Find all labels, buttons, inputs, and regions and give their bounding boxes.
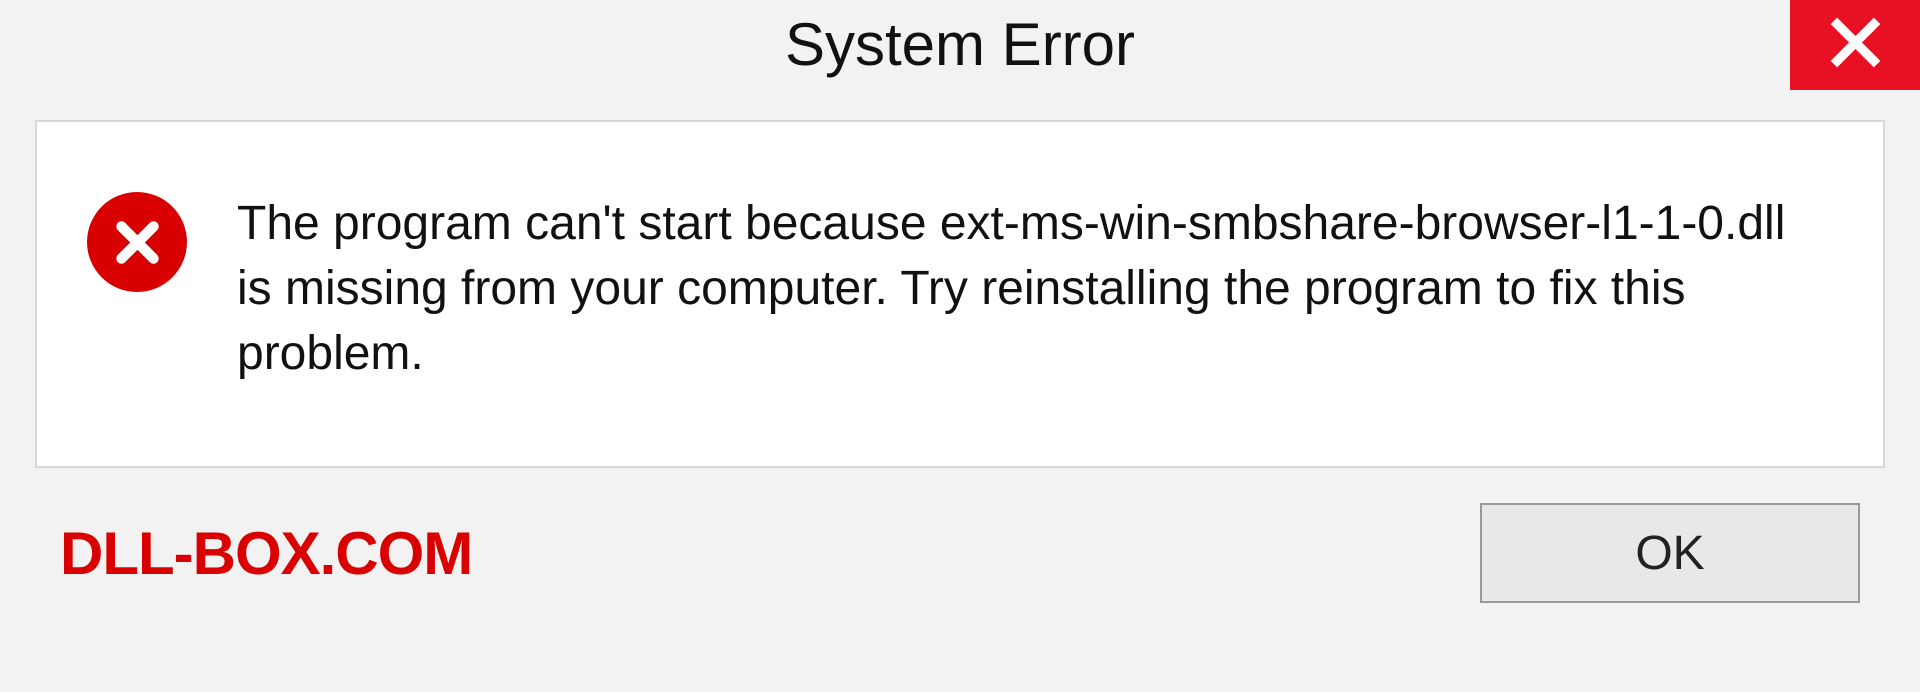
error-dialog: System Error The program can't start bec…	[0, 0, 1920, 692]
bottom-bar: DLL-BOX.COM OK	[35, 468, 1885, 603]
close-button[interactable]	[1790, 0, 1920, 90]
titlebar: System Error	[0, 0, 1920, 100]
watermark-text: DLL-BOX.COM	[60, 519, 472, 588]
close-icon	[1828, 15, 1883, 75]
ok-button[interactable]: OK	[1480, 503, 1860, 603]
error-message: The program can't start because ext-ms-w…	[237, 192, 1833, 386]
dialog-title: System Error	[785, 10, 1135, 79]
content-panel: The program can't start because ext-ms-w…	[35, 120, 1885, 468]
error-icon	[87, 192, 187, 292]
